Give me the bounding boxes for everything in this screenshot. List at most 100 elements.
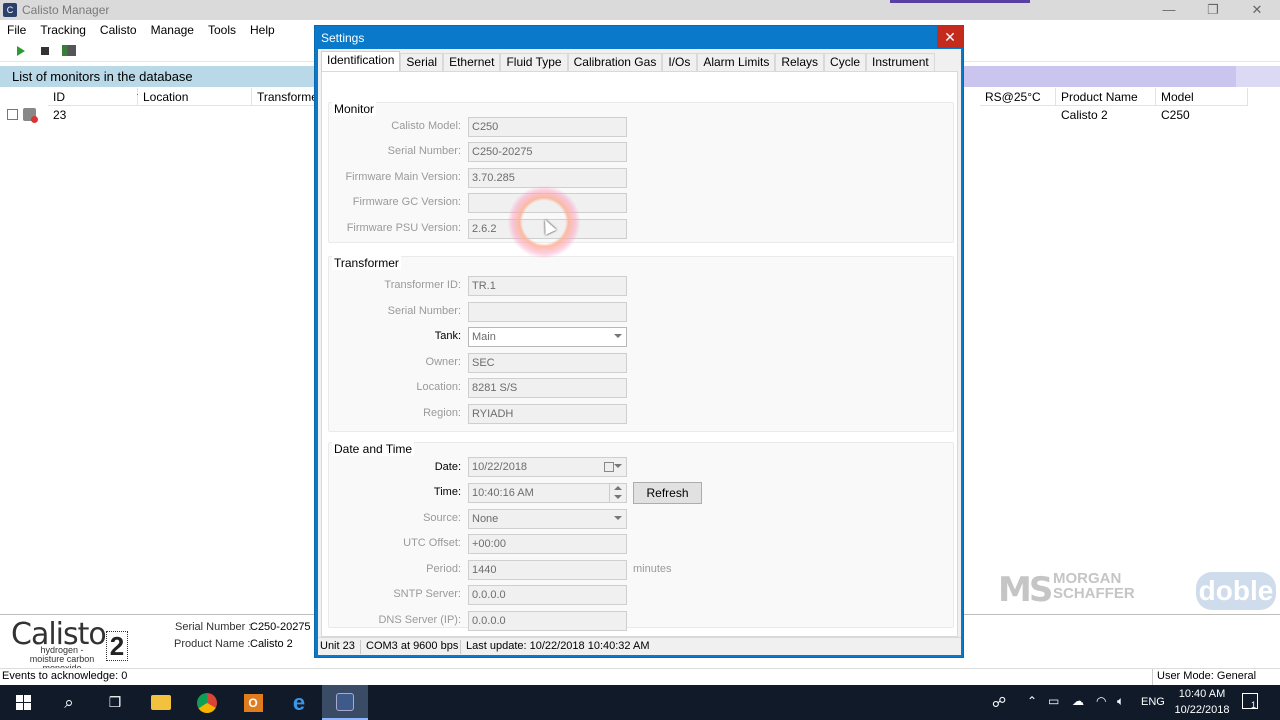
tray-chevron-icon[interactable]: ⌃: [1027, 694, 1037, 708]
col-header-model[interactable]: Model: [1156, 88, 1248, 106]
menu-file[interactable]: File: [0, 23, 33, 37]
source-dropdown: None: [468, 509, 627, 529]
tab-calibration-gas[interactable]: Calibration Gas: [567, 53, 663, 72]
window-titlebar: C Calisto Manager — ❐ ✕: [0, 0, 1280, 20]
monitor-group-title: Monitor: [332, 102, 377, 116]
firmware-main-field: 3.70.285: [468, 168, 627, 188]
settings-dialog: Settings ✕ Identification Serial Etherne…: [314, 25, 964, 658]
tank-dropdown[interactable]: Main: [468, 327, 627, 347]
owner-field: SEC: [468, 353, 627, 373]
window-title: Calisto Manager: [22, 3, 110, 17]
export-button[interactable]: [58, 41, 80, 61]
menu-help[interactable]: Help: [243, 23, 282, 37]
col-header-id[interactable]: ID: [48, 88, 145, 106]
menu-tools[interactable]: Tools: [201, 23, 243, 37]
last-update-status: Last update: 10/22/2018 10:40:32 AM: [466, 640, 650, 652]
dialog-title: Settings: [321, 31, 365, 45]
close-icon[interactable]: ✕: [1235, 0, 1279, 20]
chevron-down-icon: [614, 334, 622, 338]
dialog-statusbar: Unit 23 COM3 at 9600 bps Last update: 10…: [318, 637, 961, 655]
sntp-server-field: 0.0.0.0: [468, 585, 627, 605]
location-label: Location:: [416, 381, 461, 393]
period-field: 1440: [468, 560, 627, 580]
tab-fluid-type[interactable]: Fluid Type: [500, 53, 568, 72]
date-label: Date:: [434, 461, 461, 473]
header-tint-end: [1236, 66, 1280, 87]
product-value: Calisto 2: [250, 638, 293, 650]
wifi-icon[interactable]: ◠: [1096, 694, 1106, 708]
export-icon: [62, 45, 76, 56]
clock-time[interactable]: 10:40 AM: [1177, 688, 1227, 700]
col-header-location[interactable]: Location: [138, 88, 252, 106]
volume-icon[interactable]: 🔈︎: [1117, 694, 1124, 709]
menu-manage[interactable]: Manage: [144, 23, 201, 37]
doble-logo: doble: [1196, 572, 1276, 610]
table-row-product-name[interactable]: Calisto 2: [1056, 107, 1108, 124]
time-spinner[interactable]: 10:40:16 AM: [468, 483, 627, 503]
tab-relays[interactable]: Relays: [775, 53, 825, 72]
tab-instrument[interactable]: Instrument: [866, 53, 935, 72]
dns-server-label: DNS Server (IP):: [378, 614, 461, 626]
start-button[interactable]: [10, 41, 32, 61]
region-label: Region:: [423, 407, 461, 419]
row-checkbox[interactable]: [7, 109, 18, 120]
chevron-down-icon: [614, 516, 622, 520]
tab-ethernet[interactable]: Ethernet: [443, 53, 501, 72]
chevron-down-icon: [614, 464, 622, 468]
col-header-transformer[interactable]: Transforme: [252, 88, 318, 106]
outlook-icon[interactable]: O: [230, 685, 276, 720]
sntp-server-label: SNTP Server:: [393, 588, 461, 600]
table-row-model[interactable]: C250: [1156, 107, 1190, 124]
tab-serial[interactable]: Serial: [400, 53, 444, 72]
dns-server-field: 0.0.0.0: [468, 611, 627, 631]
date-picker[interactable]: 10/22/2018: [468, 457, 627, 477]
tab-cycle[interactable]: Cycle: [824, 53, 867, 72]
app-icon: C: [3, 3, 17, 17]
cloud-icon[interactable]: ☁: [1072, 694, 1084, 708]
refresh-button[interactable]: Refresh: [633, 482, 702, 504]
serial-label: Serial Number :: [175, 621, 252, 633]
menu-tracking[interactable]: Tracking: [33, 23, 93, 37]
chrome-icon[interactable]: [184, 685, 230, 720]
utc-offset-label: UTC Offset:: [403, 537, 461, 549]
events-status: Events to acknowledge: 0: [2, 670, 128, 682]
calisto-model-label: Calisto Model:: [391, 120, 461, 132]
calisto-model-field: C250: [468, 117, 627, 137]
edge-icon[interactable]: e: [276, 685, 322, 720]
table-row-id[interactable]: 23: [48, 107, 66, 124]
col-header-product-name[interactable]: Product Name: [1056, 88, 1156, 106]
serial-number-field: C250-20275: [468, 142, 627, 162]
unit-status: Unit 23: [320, 640, 355, 652]
date-value: 10/22/2018: [472, 461, 528, 473]
clock-date[interactable]: 10/22/2018: [1174, 704, 1230, 716]
owner-label: Owner:: [425, 356, 461, 368]
restore-icon[interactable]: ❐: [1191, 0, 1235, 20]
windows-start-icon[interactable]: [0, 685, 46, 720]
user-mode-status: User Mode: General: [1157, 670, 1257, 682]
col-header-rs[interactable]: RS@25°C: [980, 88, 1056, 106]
transformer-id-label: Transformer ID:: [384, 279, 461, 291]
people-icon[interactable]: ☍: [992, 694, 1006, 711]
file-explorer-icon[interactable]: [138, 685, 184, 720]
source-value: None: [472, 513, 499, 525]
language-indicator[interactable]: ENG: [1141, 696, 1165, 708]
minimize-icon[interactable]: —: [1147, 0, 1191, 20]
time-label: Time:: [433, 486, 461, 498]
calisto-manager-icon[interactable]: [322, 685, 368, 720]
source-label: Source:: [423, 512, 461, 524]
dialog-close-icon[interactable]: ✕: [937, 26, 963, 48]
task-view-icon[interactable]: ❒: [92, 685, 138, 720]
tab-ios[interactable]: I/Os: [662, 53, 698, 72]
period-label: Period:: [426, 563, 461, 575]
search-icon[interactable]: ⌕: [46, 685, 92, 720]
notification-icon[interactable]: 1: [1242, 693, 1258, 710]
battery-icon[interactable]: ▭: [1048, 694, 1059, 708]
tab-identification[interactable]: Identification: [321, 51, 401, 72]
taskbar: ⌕ ❒ O e ☍ ⌃ ▭ ☁ ◠ 🔈︎ ENG 10:40 AM 10/22/…: [0, 685, 1280, 720]
menu-calisto[interactable]: Calisto: [93, 23, 144, 37]
stop-button[interactable]: [34, 41, 56, 61]
firmware-psu-label: Firmware PSU Version:: [346, 222, 461, 234]
tab-alarm-limits[interactable]: Alarm Limits: [697, 53, 776, 72]
spinner-arrows-icon[interactable]: [609, 484, 626, 502]
col-id-label: ID: [53, 90, 65, 104]
